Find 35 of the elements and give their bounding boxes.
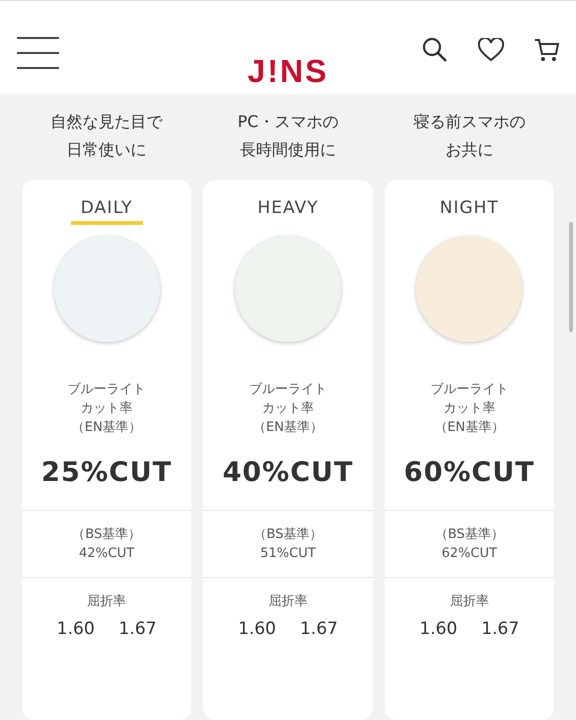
cut-label: ブルーライト カット率 （EN基準） (68, 381, 146, 437)
bs-label: （BS基準） (434, 526, 504, 544)
index-value: 1.67 (300, 619, 338, 639)
heart-icon[interactable] (478, 38, 504, 62)
index-value: 1.60 (56, 619, 95, 639)
lens-caption: PC・スマホの 長時間使用に (236, 111, 340, 161)
cut-label: ブルーライト カット率 （EN基準） (430, 381, 508, 437)
bs-label: （BS基準） (72, 526, 142, 544)
bs-label: （BS基準） (254, 526, 322, 544)
cut-value: 60%CUT (404, 457, 535, 488)
menu-icon[interactable] (16, 36, 60, 70)
lens-name: HEAVY (256, 198, 320, 220)
index-value: 1.60 (238, 619, 276, 639)
lens-card[interactable]: NIGHT ブルーライト カット率 （EN基準） 60%CUT （BS基準） 62%CUT 屈折率 1.60 1.67 (384, 180, 554, 720)
lens-card[interactable]: HEAVY ブルーライト カット率 （EN基準） 40%CUT （BS基準） 51%CUT 屈折率 1.60 1.67 (203, 180, 373, 720)
bs-cut-value: 51%CUT (260, 545, 316, 563)
lens-caption: 寝る前スマホの お共に (412, 111, 526, 161)
cut-value: 40%CUT (222, 457, 354, 488)
cart-icon[interactable] (534, 36, 560, 62)
cut-value: 25%CUT (41, 457, 172, 488)
logo[interactable]: J!NS (238, 53, 338, 90)
index-value: 1.60 (419, 619, 458, 639)
lens-caption: 自然な見た目で 日常使いに (50, 111, 164, 161)
lens-name: NIGHT (438, 198, 500, 220)
cut-label: ブルーライト カット率 （EN基準） (248, 381, 327, 437)
lens-card[interactable]: DAILY ブルーライト カット率 （EN基準） 25%CUT （BS基準） 42%CUT 屈折率 1.60 1.67 (22, 180, 192, 720)
lens-name: DAILY (70, 198, 143, 226)
index-label: 屈折率 (268, 593, 308, 611)
index-label: 屈折率 (87, 593, 126, 611)
search-icon[interactable] (422, 36, 448, 62)
bs-cut-value: 42%CUT (78, 545, 134, 563)
index-label: 屈折率 (450, 593, 489, 611)
bs-cut-value: 62%CUT (442, 545, 498, 563)
index-value: 1.67 (118, 619, 157, 639)
index-value: 1.67 (481, 619, 520, 639)
